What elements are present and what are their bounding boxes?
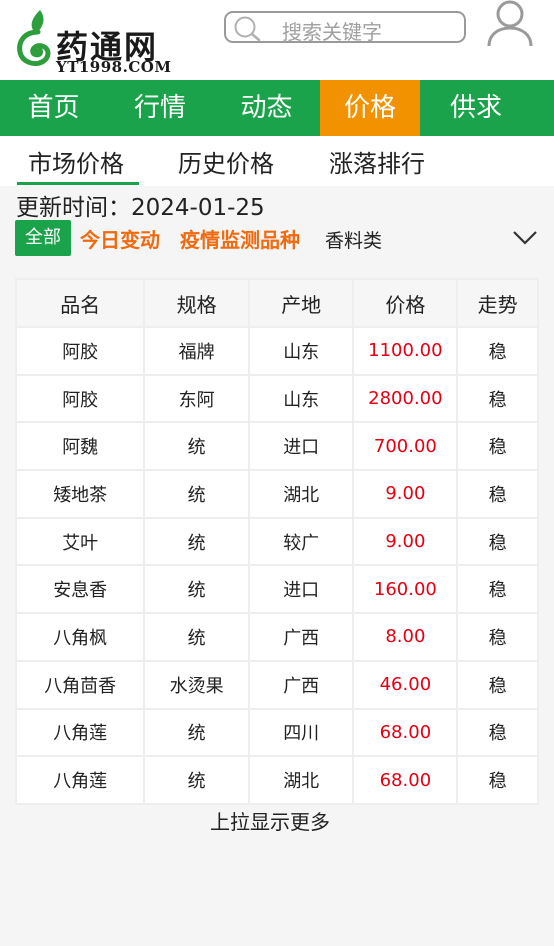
price-table: 品名 规格 产地 价格 走势 阿胶 福牌 山东 1100.00 稳 阿胶 东阿 …	[14, 278, 539, 805]
cell-name: 阿胶	[14, 326, 146, 376]
cell-price: 68.00	[352, 755, 459, 805]
tab-rise-fall-ranking[interactable]: 涨落排行	[329, 144, 425, 179]
leaf-swirl-logo-icon	[17, 10, 51, 67]
cell-spec: 东阿	[143, 373, 250, 424]
cell-spec: 统	[143, 755, 250, 805]
search-input[interactable]: 搜索关键字	[224, 11, 466, 44]
cell-price: 8.00	[352, 612, 459, 662]
search-placeholder: 搜索关键字	[282, 20, 382, 44]
cell-price: 1100.00	[352, 326, 459, 376]
table-row[interactable]: 艾叶 统 较广 9.00 稳	[14, 516, 539, 567]
cell-origin: 进口	[247, 564, 355, 615]
cell-name: 阿魏	[14, 421, 146, 472]
cell-name: 八角莲	[14, 707, 146, 758]
cell-name: 矮地茶	[14, 469, 146, 519]
table-row[interactable]: 八角莲 统 湖北 68.00 稳	[14, 755, 539, 805]
cell-origin: 湖北	[247, 469, 355, 519]
cell-trend: 稳	[456, 469, 539, 519]
filter-epidemic-monitoring[interactable]: 疫情监测品种	[180, 224, 300, 253]
tab-market-price[interactable]: 市场价格	[28, 144, 124, 179]
cell-price: 9.00	[352, 516, 459, 567]
chevron-down-icon[interactable]	[512, 228, 538, 246]
cell-trend: 稳	[456, 373, 539, 424]
filter-spice-category[interactable]: 香料类	[325, 226, 382, 253]
cell-name: 阿胶	[14, 373, 146, 424]
cell-spec: 统	[143, 516, 250, 567]
table-row[interactable]: 八角莲 统 四川 68.00 稳	[14, 707, 539, 758]
cell-trend: 稳	[456, 612, 539, 662]
cell-origin: 四川	[247, 707, 355, 758]
app-header: 药通网 YT1998.COM 搜索关键字	[0, 0, 554, 80]
nav-item-news[interactable]: 动态	[213, 80, 320, 136]
cell-spec: 水烫果	[143, 659, 250, 710]
logo-subtitle: YT1998.COM	[56, 58, 172, 76]
cell-price: 2800.00	[352, 373, 459, 424]
cell-price: 68.00	[352, 707, 459, 758]
table-row[interactable]: 阿胶 东阿 山东 2800.00 稳	[14, 373, 539, 424]
column-header-price: 价格	[352, 278, 459, 328]
load-more-hint[interactable]: 上拉显示更多	[0, 806, 540, 835]
cell-trend: 稳	[456, 326, 539, 376]
search-icon	[234, 16, 261, 41]
cell-trend: 稳	[456, 516, 539, 567]
cell-name: 八角茴香	[14, 659, 146, 710]
active-tab-indicator	[17, 182, 139, 185]
cell-origin: 广西	[247, 612, 355, 662]
cell-price: 46.00	[352, 659, 459, 710]
cell-trend: 稳	[456, 707, 539, 758]
cell-spec: 福牌	[143, 326, 250, 376]
table-row[interactable]: 安息香 统 进口 160.00 稳	[14, 564, 539, 615]
cell-price: 700.00	[352, 421, 459, 472]
table-header-row: 品名 规格 产地 价格 走势	[14, 278, 539, 328]
filter-all-button[interactable]: 全部	[15, 220, 71, 256]
cell-origin: 进口	[247, 421, 355, 472]
column-header-origin: 产地	[247, 278, 355, 328]
cell-name: 安息香	[14, 564, 146, 615]
cell-spec: 统	[143, 564, 250, 615]
site-logo[interactable]: 药通网 YT1998.COM	[14, 8, 184, 76]
cell-price: 160.00	[352, 564, 459, 615]
cell-price: 9.00	[352, 469, 459, 519]
cell-name: 艾叶	[14, 516, 146, 567]
cell-trend: 稳	[456, 659, 539, 710]
cell-trend: 稳	[456, 421, 539, 472]
category-filters: 全部 今日变动 疫情监测品种 香料类	[0, 218, 554, 258]
cell-origin: 山东	[247, 373, 355, 424]
table-row[interactable]: 阿魏 统 进口 700.00 稳	[14, 421, 539, 472]
nav-item-market[interactable]: 行情	[107, 80, 213, 136]
user-icon[interactable]	[487, 0, 533, 48]
cell-spec: 统	[143, 469, 250, 519]
column-header-spec: 规格	[143, 278, 250, 328]
update-time: 更新时间：2024-01-25	[16, 188, 265, 222]
cell-trend: 稳	[456, 755, 539, 805]
nav-item-price[interactable]: 价格	[320, 80, 420, 136]
filter-today-change[interactable]: 今日变动	[80, 224, 160, 253]
cell-name: 八角莲	[14, 755, 146, 805]
table-row[interactable]: 八角枫 统 广西 8.00 稳	[14, 612, 539, 662]
main-nav: 首页 行情 动态 价格 供求	[0, 80, 554, 136]
tab-history-price[interactable]: 历史价格	[178, 144, 274, 179]
cell-origin: 湖北	[247, 755, 355, 805]
cell-name: 八角枫	[14, 612, 146, 662]
nav-item-home[interactable]: 首页	[0, 80, 107, 136]
table-row[interactable]: 矮地茶 统 湖北 9.00 稳	[14, 469, 539, 519]
table-row[interactable]: 阿胶 福牌 山东 1100.00 稳	[14, 326, 539, 376]
nav-item-supply[interactable]: 供求	[420, 80, 532, 136]
cell-spec: 统	[143, 612, 250, 662]
table-row[interactable]: 八角茴香 水烫果 广西 46.00 稳	[14, 659, 539, 710]
price-subtabs: 市场价格 历史价格 涨落排行	[0, 136, 554, 186]
cell-origin: 广西	[247, 659, 355, 710]
column-header-trend: 走势	[456, 278, 539, 328]
cell-origin: 山东	[247, 326, 355, 376]
column-header-name: 品名	[14, 278, 146, 328]
cell-trend: 稳	[456, 564, 539, 615]
cell-spec: 统	[143, 421, 250, 472]
cell-spec: 统	[143, 707, 250, 758]
cell-origin: 较广	[247, 516, 355, 567]
